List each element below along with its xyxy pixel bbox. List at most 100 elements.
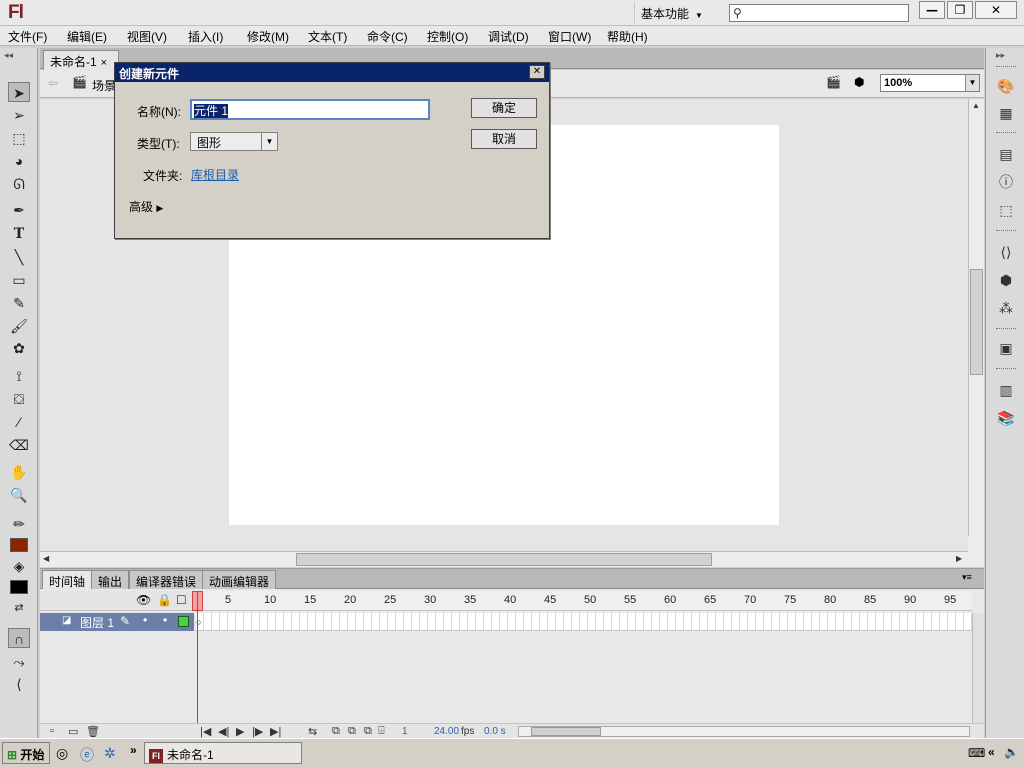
edit-symbols-icon[interactable]: ⬢ <box>854 75 864 89</box>
outline-color-swatch[interactable] <box>178 616 189 627</box>
onion-outline-icon[interactable]: ⧉ <box>348 725 356 738</box>
minimize-button[interactable]: — <box>919 1 945 19</box>
onion-skin-icon[interactable]: ⧉ <box>332 725 340 738</box>
ok-button[interactable]: 确定 <box>471 98 537 118</box>
components-icon[interactable]: ⬢ <box>995 270 1017 290</box>
play-icon[interactable]: ▶ <box>236 725 244 738</box>
align-panel-icon[interactable]: ▤ <box>995 144 1017 164</box>
dialog-close-button[interactable]: ✕ <box>529 65 545 79</box>
help-search-input[interactable]: ⚲ <box>729 4 909 22</box>
text-tool-icon[interactable]: T <box>8 224 30 244</box>
rectangle-tool-icon[interactable]: ▭ <box>8 270 30 290</box>
dock-grip[interactable] <box>996 66 1016 69</box>
pencil-tool-icon[interactable]: ✎ <box>8 293 30 313</box>
document-tab[interactable]: 未命名-1 × <box>43 50 119 70</box>
taskbar-window-item[interactable]: Fl 未命名-1 <box>144 742 302 764</box>
eyedropper-tool-icon[interactable]: ⁄ <box>8 412 30 432</box>
pen-tool-icon[interactable]: ✒ <box>8 200 30 220</box>
outline-icon[interactable]: □ <box>177 591 185 607</box>
smooth-icon[interactable]: ⤳ <box>8 652 30 672</box>
zoom-tool-icon[interactable]: 🔍 <box>8 485 30 505</box>
prev-frame-icon[interactable]: ◀| <box>218 725 229 738</box>
timeline-scroll-thumb[interactable] <box>531 727 601 736</box>
visibility-dot-icon[interactable]: • <box>143 613 147 627</box>
workspace-switcher[interactable]: 基本功能 ▼ <box>634 2 716 24</box>
selection-tool-icon[interactable]: ➤ <box>8 82 30 102</box>
swatches-panel-icon[interactable]: ▦ <box>995 103 1017 123</box>
straighten-icon[interactable]: ⟨ <box>8 674 30 694</box>
timeline-vertical-scrollbar[interactable] <box>972 613 984 723</box>
delete-layer-icon[interactable]: 🗑 <box>86 725 100 738</box>
next-frame-icon[interactable]: |▶ <box>252 725 263 738</box>
vertical-scroll-thumb[interactable] <box>970 269 983 375</box>
hand-tool-icon[interactable]: ✋ <box>8 462 30 482</box>
info-panel-icon[interactable]: ⓘ <box>995 172 1017 192</box>
swap-colors-icon[interactable]: ⇄ <box>8 598 30 618</box>
new-layer-icon[interactable]: ▫ <box>50 725 54 737</box>
transform-panel-icon[interactable]: ⬚ <box>995 200 1017 220</box>
deco-tool-icon[interactable]: ✿ <box>8 338 30 358</box>
horizontal-scrollbar[interactable]: ◀ ▶ <box>40 551 968 567</box>
tab-motion-editor[interactable]: 动画编辑器 <box>202 570 277 589</box>
fill-color-swatch[interactable] <box>10 580 28 594</box>
menu-edit[interactable]: 编辑(E) <box>67 28 107 45</box>
first-frame-icon[interactable]: |◀ <box>200 725 211 738</box>
new-folder-icon[interactable]: ▭ <box>68 725 78 738</box>
speaker-icon[interactable]: 🔈 <box>1004 745 1019 759</box>
tab-timeline[interactable]: 时间轴 <box>42 570 93 589</box>
menu-file[interactable]: 文件(F) <box>8 28 47 45</box>
edit-multiple-frames-icon[interactable]: ⧉ <box>364 725 372 738</box>
lock-icon[interactable]: 🔒 <box>157 593 172 607</box>
back-arrow-icon[interactable]: ⇦ <box>48 76 58 90</box>
symbol-name-input[interactable]: 元件 1 <box>190 99 430 120</box>
dock-grip[interactable] <box>996 368 1016 371</box>
last-frame-icon[interactable]: ▶| <box>270 725 281 738</box>
snap-to-objects-icon[interactable]: ∩ <box>8 628 30 648</box>
stroke-color-swatch[interactable] <box>10 538 28 552</box>
line-tool-icon[interactable]: ╲ <box>8 247 30 267</box>
start-button[interactable]: ⊞ 开始 <box>2 742 50 764</box>
tab-output[interactable]: 输出 <box>91 570 130 589</box>
edit-scene-icon[interactable]: 🎬 <box>826 75 841 89</box>
scroll-up-icon[interactable]: ▲ <box>972 101 980 110</box>
menu-view[interactable]: 视图(V) <box>127 28 167 45</box>
lasso-tool-icon[interactable]: ᘏ <box>8 174 30 194</box>
menu-help[interactable]: 帮助(H) <box>607 28 648 45</box>
quick-launch-chevron[interactable]: » <box>130 743 137 757</box>
modify-markers-icon[interactable]: ⌹ <box>378 725 385 738</box>
3d-rotation-tool-icon[interactable]: ◕ <box>8 151 30 171</box>
menu-control[interactable]: 控制(O) <box>427 28 468 45</box>
lock-dot-icon[interactable]: • <box>163 613 167 627</box>
paint-bucket-tool-icon[interactable]: ⛋ <box>8 389 30 409</box>
tab-compiler-errors[interactable]: 编译器错误 <box>129 570 204 589</box>
timeline-horizontal-scrollbar[interactable] <box>518 726 970 737</box>
close-tab-icon[interactable]: × <box>101 57 107 69</box>
vertical-scrollbar[interactable]: ▲ ▼ <box>968 99 984 551</box>
tray-expand-icon[interactable]: « <box>988 745 995 759</box>
code-snippets-icon[interactable]: ⟨⟩ <box>995 242 1017 262</box>
eraser-tool-icon[interactable]: ⌫ <box>8 435 30 455</box>
eye-icon[interactable]: 👁 <box>136 593 151 607</box>
settings-icon[interactable]: ✲ <box>104 745 116 762</box>
loop-icon[interactable]: ⇆ <box>308 725 317 738</box>
color-panel-icon[interactable]: 🎨 <box>995 76 1017 96</box>
cancel-button[interactable]: 取消 <box>471 129 537 149</box>
close-button[interactable]: ✕ <box>975 1 1017 19</box>
horizontal-scroll-thumb[interactable] <box>296 553 712 566</box>
motion-presets-icon[interactable]: ⁂ <box>995 298 1017 318</box>
scroll-right-icon[interactable]: ▶ <box>956 554 962 563</box>
frame-rate[interactable]: 24.00 <box>434 726 459 737</box>
frame-cells[interactable]: ○ <box>196 613 972 631</box>
symbol-type-select[interactable]: 图形 ▼ <box>190 132 278 151</box>
menu-debug[interactable]: 调试(D) <box>488 28 529 45</box>
panel-menu-icon[interactable]: ▾≡ <box>962 572 972 583</box>
scroll-left-icon[interactable]: ◀ <box>43 554 49 563</box>
menu-text[interactable]: 文本(T) <box>308 28 347 45</box>
brush-tool-icon[interactable]: 🖌 <box>8 316 30 336</box>
menu-commands[interactable]: 命令(C) <box>367 28 408 45</box>
menu-insert[interactable]: 插入(I) <box>188 28 223 45</box>
frame-ruler[interactable]: 1 5 10 15 20 25 30 35 40 45 50 55 60 65 … <box>196 591 972 611</box>
scene-label[interactable]: 场景 <box>92 77 116 94</box>
dock-grip[interactable] <box>996 230 1016 233</box>
project-panel-icon[interactable]: ▣ <box>995 338 1017 358</box>
